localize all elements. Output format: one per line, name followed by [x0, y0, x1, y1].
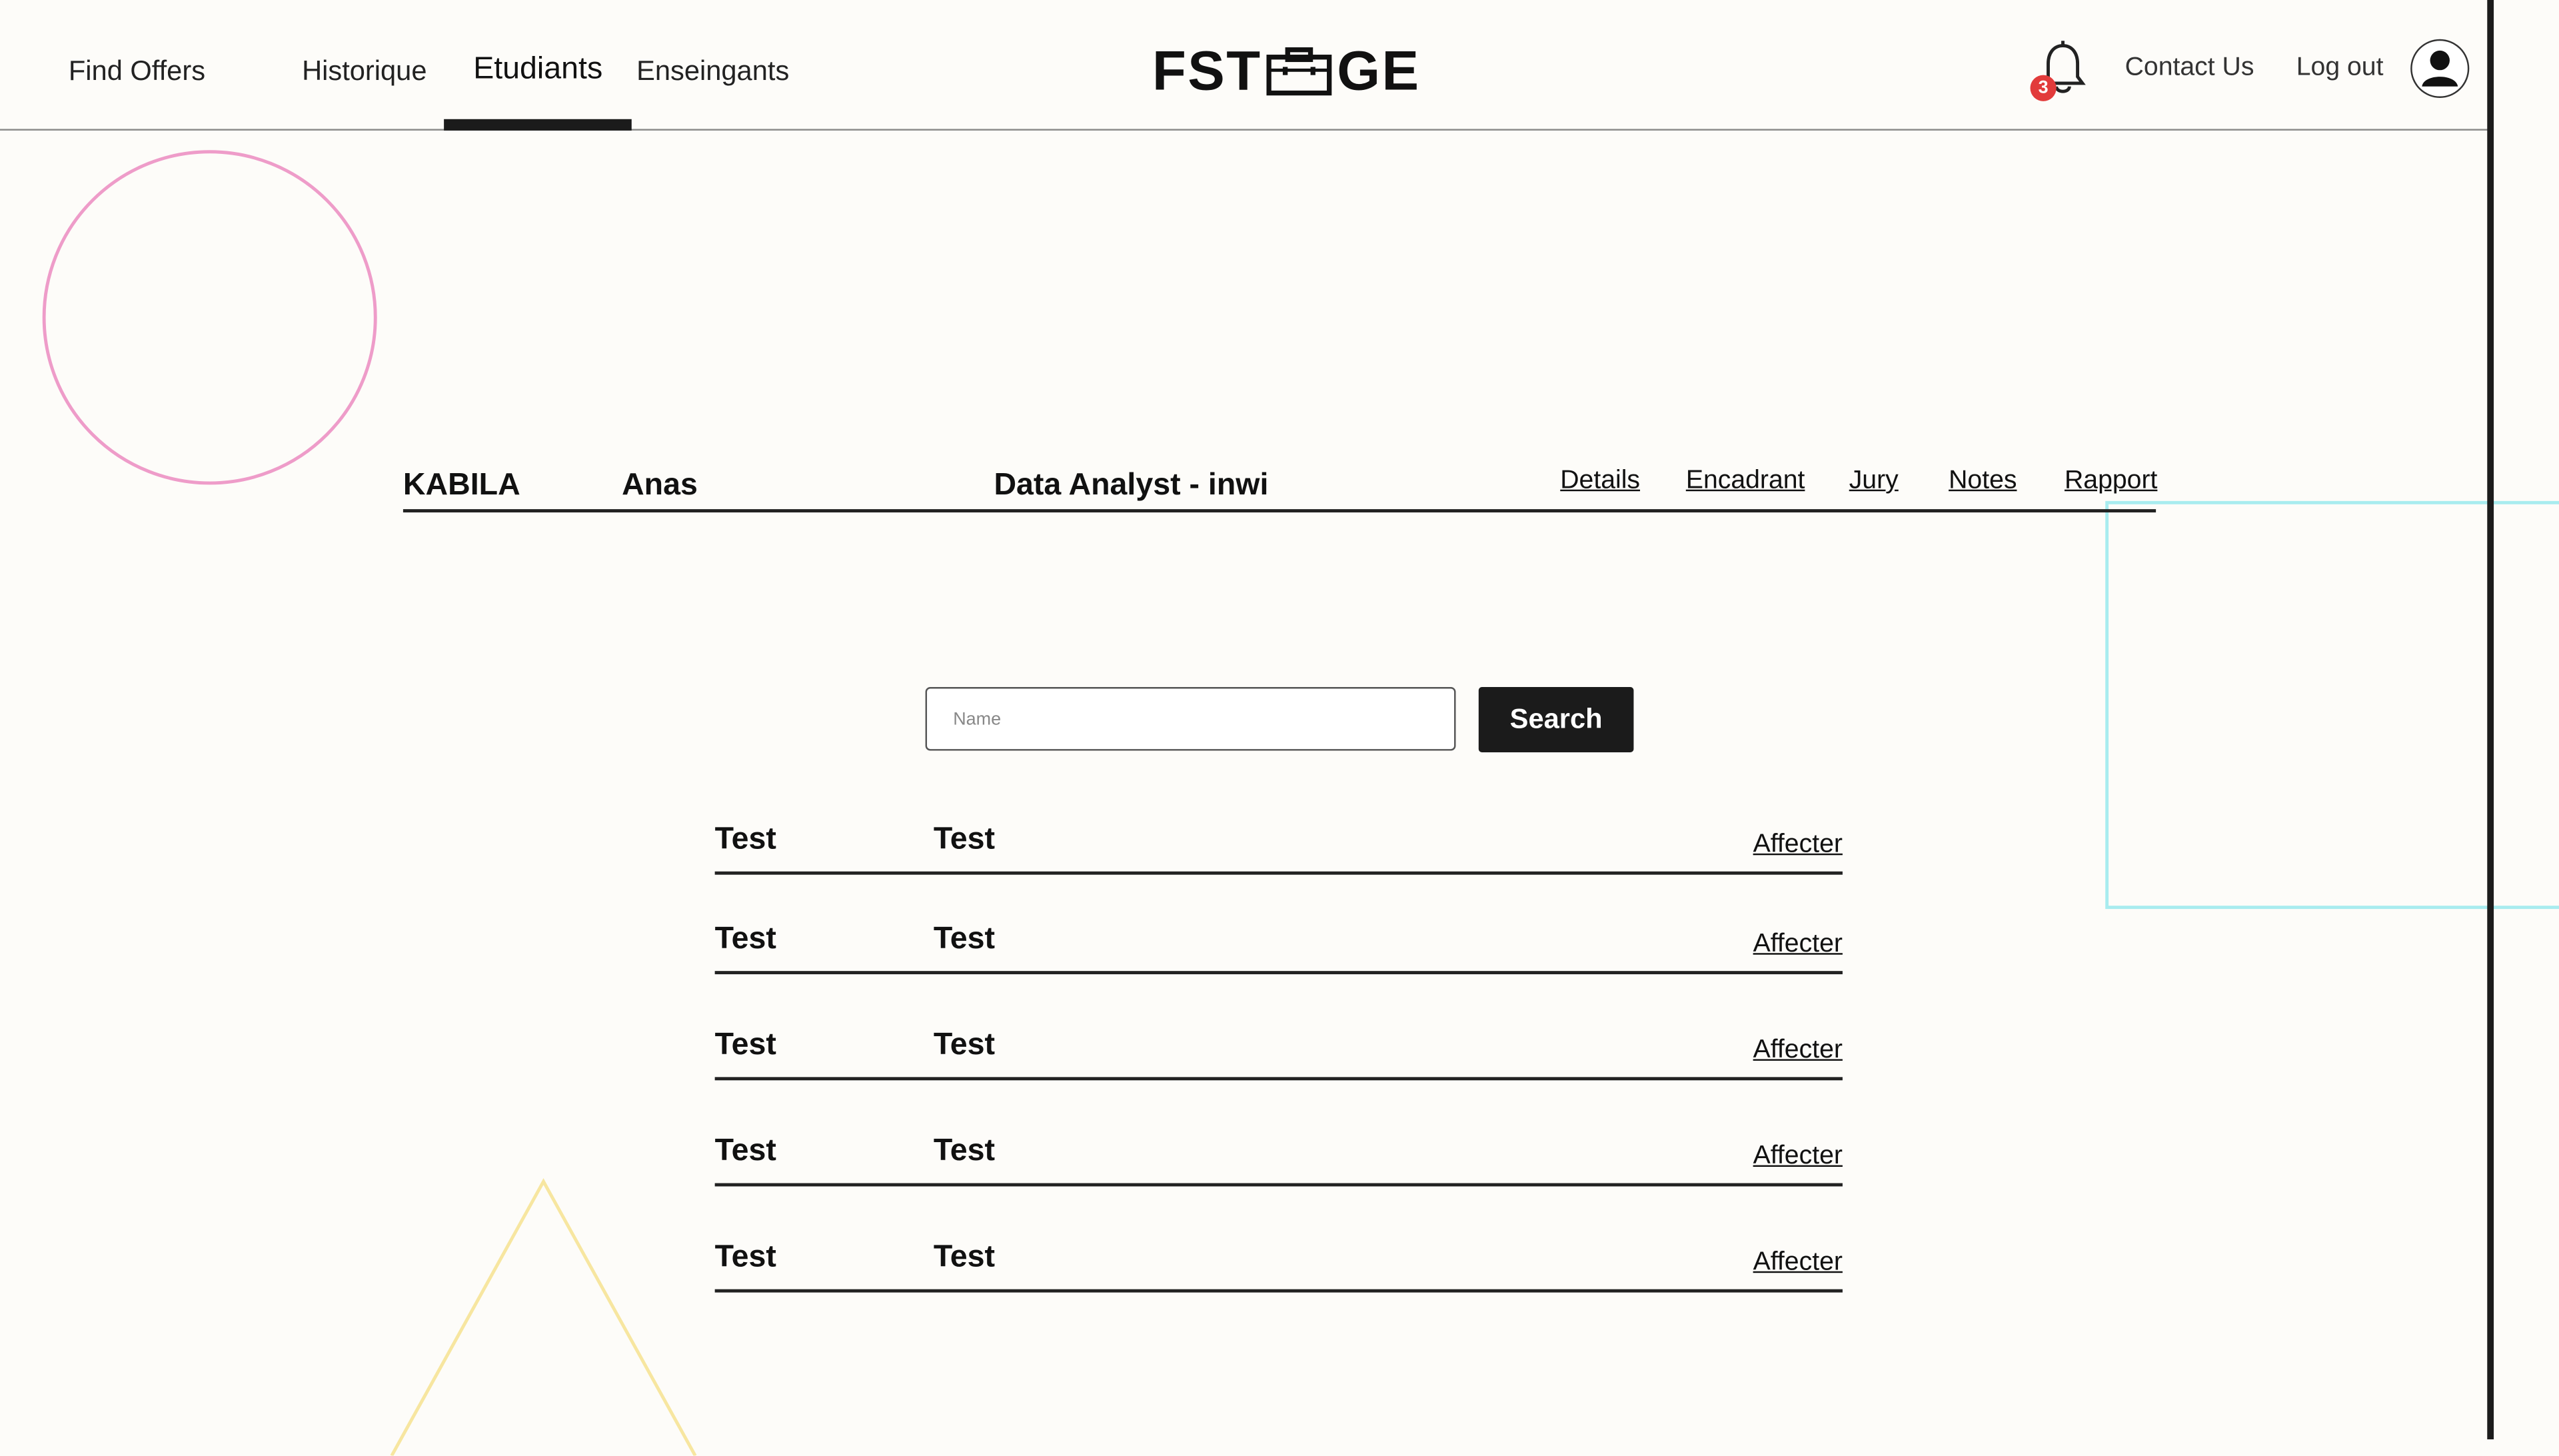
student-summary-row: KABILA Anas Data Analyst - inwi Details …	[403, 460, 2157, 512]
details-link[interactable]: Details	[1560, 466, 1640, 496]
list-item-col1: Test	[714, 1028, 776, 1063]
list-item-col1: Test	[714, 922, 776, 957]
list-item: Test Test Affecter	[714, 1237, 1843, 1293]
decorative-triangle	[390, 1178, 697, 1456]
page: Find Offers Historique Etudiants Enseing…	[0, 0, 2559, 1456]
search-button[interactable]: Search	[1478, 687, 1634, 752]
student-last-name: KABILA	[403, 468, 520, 503]
list-item-col1: Test	[714, 822, 776, 857]
top-navigation: Find Offers Historique Etudiants Enseing…	[0, 0, 2491, 131]
name-search-input[interactable]	[925, 687, 1456, 751]
list-item-col2: Test	[933, 1134, 996, 1169]
affecter-link[interactable]: Affecter	[1753, 1248, 1843, 1277]
nav-historique[interactable]: Historique	[302, 55, 426, 88]
affecter-link[interactable]: Affecter	[1753, 930, 1843, 960]
jury-link[interactable]: Jury	[1849, 466, 1899, 496]
list-item: Test Test Affecter	[714, 819, 1843, 875]
list-item-col1: Test	[714, 1240, 776, 1275]
nav-etudiants[interactable]: Etudiants	[473, 52, 602, 88]
user-avatar-button[interactable]	[2410, 39, 2470, 98]
log-out-link[interactable]: Log out	[2296, 54, 2384, 83]
nav-find-offers[interactable]: Find Offers	[69, 55, 205, 88]
list-item-col2: Test	[933, 1028, 996, 1063]
affecter-link[interactable]: Affecter	[1753, 1036, 1843, 1066]
notifications-button[interactable]: 3	[2030, 39, 2089, 101]
list-item: Test Test Affecter	[714, 1131, 1843, 1187]
affecter-link[interactable]: Affecter	[1753, 831, 1843, 860]
student-position: Data Analyst - inwi	[994, 468, 1269, 503]
affecter-link[interactable]: Affecter	[1753, 1142, 1843, 1171]
logo-text-right: GE	[1337, 41, 1421, 103]
list-item-col2: Test	[933, 822, 996, 857]
student-first-name: Anas	[622, 468, 698, 503]
list-item-col2: Test	[933, 1240, 996, 1275]
list-item-col1: Test	[714, 1134, 776, 1169]
logo-text-left: FST	[1152, 41, 1262, 103]
page-edge-divider	[2487, 0, 2494, 1440]
user-icon	[2422, 50, 2458, 87]
encadrant-link[interactable]: Encadrant	[1686, 466, 1805, 496]
decorative-circle	[42, 150, 377, 485]
contact-us-link[interactable]: Contact Us	[2125, 54, 2254, 83]
briefcase-icon	[1266, 47, 1332, 96]
notification-count-badge: 3	[2030, 75, 2057, 101]
fstage-logo[interactable]: FST GE	[1152, 39, 1420, 105]
nav-enseignants[interactable]: Enseingants	[636, 55, 789, 88]
rapport-link[interactable]: Rapport	[2065, 466, 2157, 496]
list-item: Test Test Affecter	[714, 919, 1843, 975]
notes-link[interactable]: Notes	[1949, 466, 2017, 496]
list-item: Test Test Affecter	[714, 1025, 1843, 1081]
active-tab-indicator	[444, 119, 632, 131]
list-item-col2: Test	[933, 922, 996, 957]
